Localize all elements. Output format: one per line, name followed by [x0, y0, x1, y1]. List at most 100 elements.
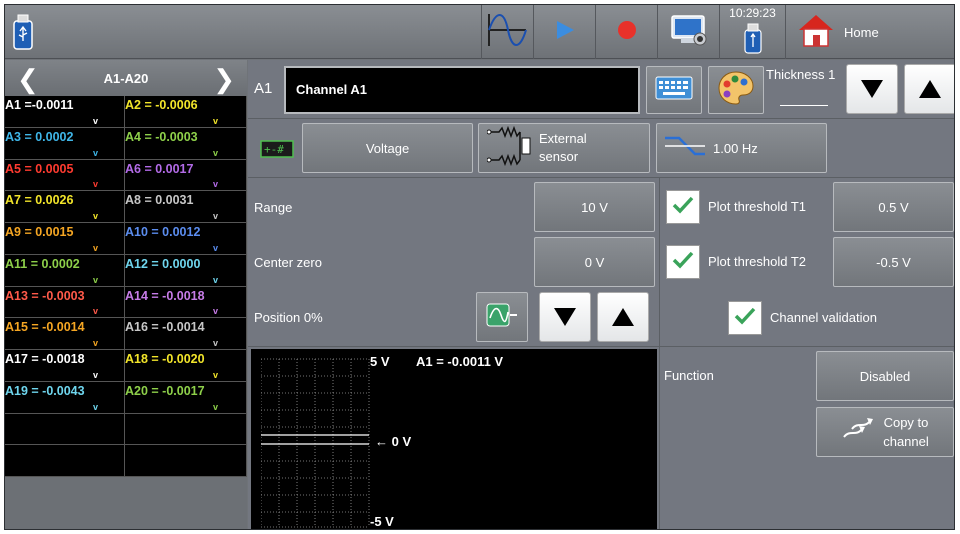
- channel-cell[interactable]: A12 = 0.0000 v: [125, 254, 247, 287]
- external-sensor-button[interactable]: External sensor: [478, 123, 650, 173]
- channel-value: A1 =-0.0011: [5, 98, 74, 112]
- svg-text:+-#: +-#: [264, 143, 284, 156]
- home-label: Home: [844, 24, 879, 40]
- channel-cell[interactable]: A6 = 0.0017 v: [125, 159, 247, 192]
- keyboard-button[interactable]: [646, 66, 702, 114]
- voltage-label: Voltage: [365, 140, 410, 156]
- position-label: Position 0%: [254, 310, 323, 325]
- scale-zero-label: ← 0 V: [375, 434, 412, 449]
- channel-cell[interactable]: A10 = 0.0012 v: [125, 223, 247, 255]
- palette-icon: [717, 70, 755, 110]
- thickness-label: Thickness 1: [766, 67, 836, 82]
- channel-value: A13 = -0.0003: [5, 288, 85, 303]
- arrow-up-icon: [919, 80, 941, 98]
- keyboard-icon: [655, 76, 693, 104]
- position-up-button[interactable]: [597, 292, 649, 342]
- range-label: Range: [254, 200, 293, 215]
- thickness-line-preview: [780, 105, 828, 106]
- channel-cell[interactable]: A3 = 0.0002 v: [5, 127, 125, 160]
- channel-preview-scope: 5 V A1 = -0.0011 V ← 0 V -5 V: [251, 349, 657, 529]
- usb-drive-icon[interactable]: [11, 13, 35, 51]
- channel-cell[interactable]: A20 = -0.0017 v: [125, 381, 247, 414]
- copy-to-channel-button[interactable]: Copy to channel: [816, 407, 954, 457]
- chevron-left-icon[interactable]: ❮: [17, 64, 39, 95]
- channel-cell[interactable]: A2 = -0.0006 v: [125, 96, 247, 128]
- center-zero-value: 0 V: [584, 254, 605, 270]
- channel-cell[interactable]: A17 = -0.0018 v: [5, 350, 125, 382]
- channel-value: A9 = 0.0015: [5, 225, 74, 239]
- threshold1-label: Plot threshold T1: [708, 199, 807, 214]
- channel-value: A20 = -0.0017: [125, 383, 205, 398]
- channel-value: A10 = 0.0012: [125, 225, 201, 239]
- threshold2-value-button[interactable]: -0.5 V: [833, 237, 954, 287]
- threshold1-value-button[interactable]: 0.5 V: [833, 182, 954, 232]
- channel-value: A8 = 0.0031: [125, 193, 194, 208]
- channel-name-field[interactable]: Channel A1: [284, 66, 640, 114]
- channel-value: A19 = -0.0043: [5, 383, 85, 398]
- chevron-down-icon: v: [93, 179, 99, 190]
- center-zero-value-button[interactable]: 0 V: [534, 237, 655, 287]
- waveform-button[interactable]: [481, 5, 533, 59]
- channel-value: A2 = -0.0006: [125, 98, 198, 112]
- home-icon: [796, 12, 836, 53]
- channel-value: A14 = -0.0018: [125, 288, 205, 303]
- channel-cell[interactable]: A16 = -0.0014 v: [125, 318, 247, 350]
- copy-label-line2: channel: [883, 434, 929, 449]
- channel-cell[interactable]: A11 = 0.0002 v: [5, 254, 125, 287]
- arrow-down-icon: [861, 80, 883, 98]
- sensor-label: External sensor: [539, 130, 587, 166]
- position-down-button[interactable]: [539, 292, 591, 342]
- chevron-down-icon: v: [93, 274, 99, 285]
- empty-channel-cell: [5, 445, 125, 477]
- chevron-down-icon: v: [93, 242, 99, 253]
- chevron-down-icon: v: [213, 242, 219, 253]
- channel-cell[interactable]: A13 = -0.0003 v: [5, 286, 125, 319]
- channel-cell[interactable]: A5 = 0.0005 v: [5, 159, 125, 192]
- channel-cell[interactable]: A18 = -0.0020 v: [125, 350, 247, 382]
- channel-value-grid: A1 =-0.0011 v A2 = -0.0006 v A3 = 0.0002 v A4 …: [5, 96, 247, 477]
- function-value-button[interactable]: Disabled: [816, 351, 954, 401]
- chevron-right-icon[interactable]: ❯: [213, 64, 235, 95]
- function-label: Function: [664, 368, 714, 383]
- channel-cell[interactable]: A14 = -0.0018 v: [125, 286, 247, 319]
- channel-cell[interactable]: A8 = 0.0031 v: [125, 191, 247, 223]
- empty-channel-cell: [125, 413, 247, 446]
- channel-page-label: A1-A20: [103, 70, 149, 86]
- screenshot-button[interactable]: [657, 5, 719, 59]
- chevron-down-icon: v: [93, 115, 99, 126]
- channel-cell[interactable]: A4 = -0.0003 v: [125, 127, 247, 160]
- screenshot-icon: [669, 13, 709, 52]
- chevron-down-icon: v: [213, 179, 219, 190]
- home-button[interactable]: Home: [785, 5, 954, 59]
- voltage-button[interactable]: Voltage: [302, 123, 473, 173]
- channel-cell[interactable]: A7 = 0.0026 v: [5, 191, 125, 223]
- input-type-icon: +-#: [260, 140, 294, 163]
- channel-cell[interactable]: A1 =-0.0011 v: [5, 96, 125, 128]
- channel-short-label: A1: [254, 80, 273, 97]
- channel-validation-checkbox[interactable]: [728, 301, 762, 335]
- threshold2-checkbox[interactable]: [666, 245, 700, 279]
- threshold1-checkbox[interactable]: [666, 190, 700, 224]
- filter-button[interactable]: 1.00 Hz: [656, 123, 827, 173]
- channel-page-header: ❮ A1-A20 ❯: [5, 60, 247, 96]
- channel-cell[interactable]: A19 = -0.0043 v: [5, 381, 125, 414]
- play-button[interactable]: [533, 5, 595, 59]
- copy-icon: [841, 415, 875, 449]
- channel-cell[interactable]: A15 = -0.0014 v: [5, 318, 125, 350]
- color-palette-button[interactable]: [708, 66, 764, 114]
- app-window: 10:29:23 Home ❮ A1-A20 ❯ A1 =-0.0011 v A…: [4, 4, 955, 530]
- thickness-decrease-button[interactable]: [846, 64, 898, 114]
- chevron-down-icon: v: [213, 338, 219, 348]
- auto-position-button[interactable]: [476, 292, 528, 342]
- top-toolbar: 10:29:23 Home: [5, 5, 954, 59]
- sine-wave-icon: [486, 10, 530, 55]
- thickness-increase-button[interactable]: [904, 64, 954, 114]
- arrow-down-icon: [554, 308, 576, 326]
- channel-value: A5 = 0.0005: [5, 161, 74, 176]
- channel-cell[interactable]: A9 = 0.0015 v: [5, 223, 125, 255]
- chevron-down-icon: v: [213, 306, 219, 317]
- channel-value: A16 = -0.0014: [125, 320, 205, 335]
- channel-name-value: Channel A1: [296, 82, 368, 97]
- record-button[interactable]: [595, 5, 657, 59]
- range-value-button[interactable]: 10 V: [534, 182, 655, 232]
